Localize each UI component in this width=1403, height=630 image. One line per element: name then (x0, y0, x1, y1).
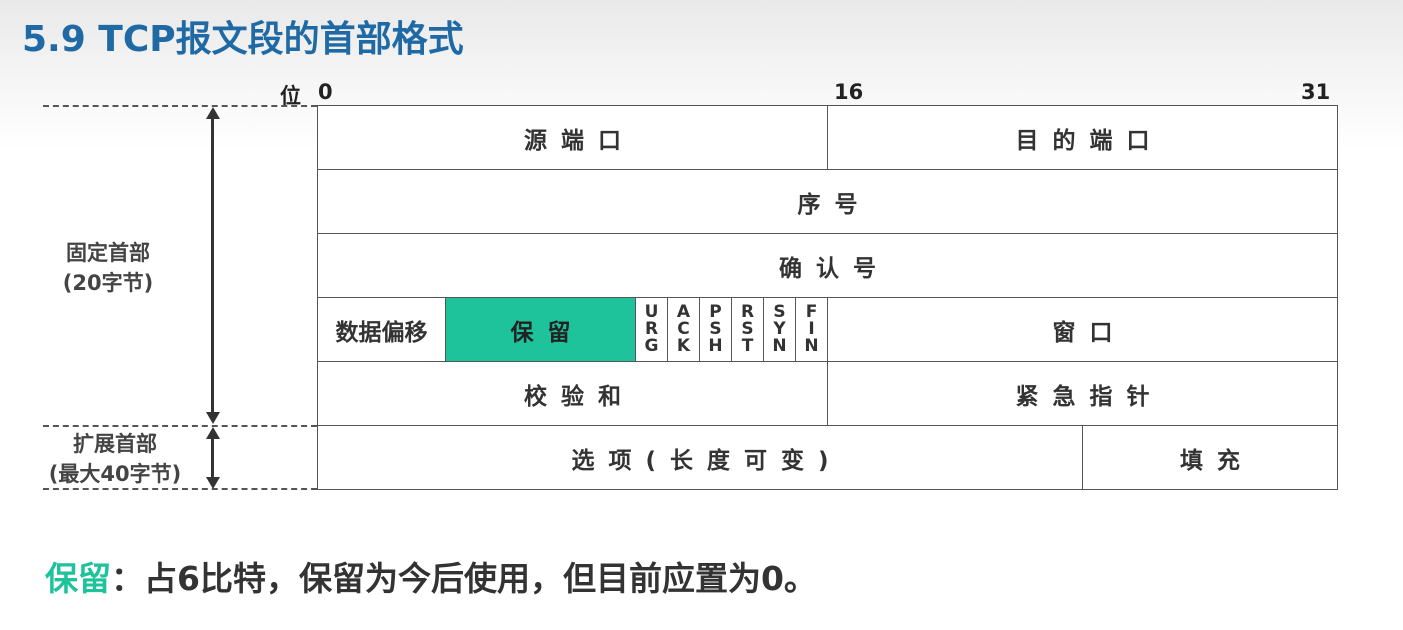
flag-syn: S Y N (763, 297, 796, 362)
fixed-header-label-line2: (20字节) (62, 271, 154, 295)
reserved-field: 保留 (445, 297, 636, 362)
ext-arrow-shaft (211, 438, 214, 478)
ext-header-label-line2: (最大40字节) (48, 462, 182, 486)
flag-syn-char: N (772, 336, 787, 356)
sequence-number-field: 序号 (317, 169, 1338, 234)
checksum-field: 校验和 (317, 361, 828, 426)
ext-arrow-down-icon (206, 477, 220, 489)
urgent-pointer-field: 紧急指针 (827, 361, 1338, 426)
middle-dashed-line (43, 425, 317, 427)
flag-rst: R S T (731, 297, 764, 362)
dest-port-field: 目的端口 (827, 105, 1338, 170)
flag-fin-char: N (804, 336, 819, 356)
reserved-note-highlight: 保留 (45, 559, 111, 598)
fixed-header-label: 固定首部 (20字节) (48, 238, 168, 298)
flag-urg: U R G (635, 297, 668, 362)
padding-field: 填充 (1082, 425, 1338, 490)
reserved-note: 保留：占6比特，保留为今后使用，但目前应置为0。 (45, 552, 817, 600)
fixed-header-label-line1: 固定首部 (66, 241, 150, 265)
options-field: 选项(长度可变) (317, 425, 1083, 490)
window-field: 窗口 (827, 297, 1338, 362)
ext-header-label: 扩展首部 (最大40字节) (40, 429, 190, 489)
flag-psh-char: H (708, 336, 723, 356)
data-offset-field: 数据偏移 (317, 297, 446, 362)
ack-number-field: 确认号 (317, 233, 1338, 298)
flag-urg-char: G (644, 336, 659, 356)
fixed-arrow-shaft (211, 118, 214, 414)
page-title: 5.9 TCP报文段的首部格式 (22, 19, 464, 60)
reserved-note-text: ：占6比特，保留为今后使用，但目前应置为0。 (111, 559, 817, 598)
bit-16-label: 16 (834, 80, 864, 104)
flag-rst-char: T (741, 336, 754, 356)
ext-header-label-line1: 扩展首部 (73, 432, 157, 456)
source-port-field: 源端口 (317, 105, 828, 170)
top-dashed-line (43, 105, 317, 107)
flag-ack-char: K (676, 336, 691, 356)
fixed-arrow-down-icon (206, 412, 220, 424)
flag-psh: P S H (699, 297, 732, 362)
bit-31-label: 31 (1301, 80, 1331, 104)
flag-fin: F I N (795, 297, 828, 362)
flag-ack: A C K (667, 297, 700, 362)
bit-0-label: 0 (318, 80, 333, 104)
